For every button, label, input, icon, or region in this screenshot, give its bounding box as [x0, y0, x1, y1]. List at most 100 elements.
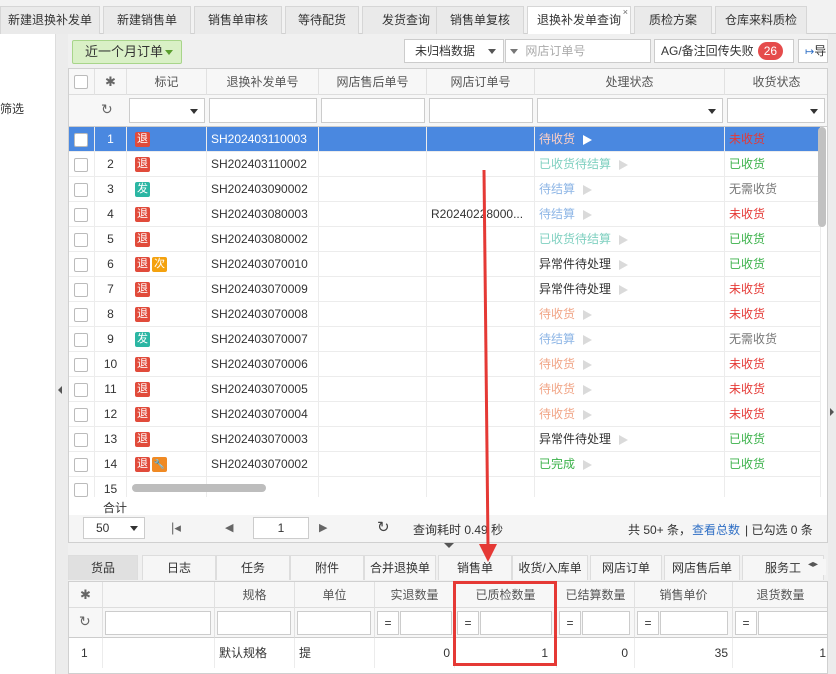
row-web-order-no[interactable] [427, 402, 535, 427]
forward-arrow-icon[interactable] [583, 209, 593, 220]
detail-cell-unit[interactable]: 提 [295, 638, 375, 668]
view-total-link[interactable]: 查看总数 [692, 521, 740, 538]
row-order-no[interactable]: SH202403110002 [207, 152, 319, 177]
detail-tab[interactable]: 货品 [68, 555, 138, 580]
row-order-no[interactable]: SH202403070004 [207, 402, 319, 427]
detail-header-settled[interactable]: 已结算数量 [557, 582, 635, 608]
row-process-status[interactable]: 已收货待结算 [535, 227, 725, 252]
row-process-status[interactable]: 待收货 [535, 352, 725, 377]
table-row[interactable]: 13 退 SH202403070003 异常件待处理 已收货 [69, 427, 821, 452]
row-checkbox[interactable] [74, 308, 88, 322]
row-checkbox[interactable] [74, 383, 88, 397]
row-after-sale-no[interactable] [319, 152, 427, 177]
row-order-no[interactable]: SH202403070005 [207, 377, 319, 402]
collapse-left-icon[interactable] [58, 386, 62, 394]
row-checkbox[interactable] [74, 333, 88, 347]
header-process-status[interactable]: 处理状态 [535, 69, 725, 95]
table-row[interactable]: 12 退 SH202403070004 待收货 未收货 [69, 402, 821, 427]
row-checkbox[interactable] [74, 433, 88, 447]
row-order-no[interactable]: SH202403080002 [207, 227, 319, 252]
detail-tab[interactable]: 收货/入库单 [512, 555, 588, 580]
row-process-status[interactable]: 待结算 [535, 202, 725, 227]
detail-header-spec[interactable]: 规格 [215, 582, 295, 608]
row-process-status[interactable]: 已完成 [535, 452, 725, 477]
after-sale-no-filter[interactable] [321, 98, 425, 123]
row-order-no[interactable]: SH202403070002 [207, 452, 319, 477]
first-page-icon[interactable]: |◂ [171, 520, 181, 536]
row-process-status[interactable]: 待收货 [535, 377, 725, 402]
forward-arrow-icon[interactable] [619, 234, 629, 245]
row-checkbox-cell[interactable] [69, 127, 95, 152]
page-size-select[interactable]: 50 [83, 517, 145, 539]
row-web-order-no[interactable] [427, 127, 535, 152]
row-order-no[interactable]: SH202403090002 [207, 177, 319, 202]
top-tab[interactable]: 仓库来料质检 [715, 6, 807, 34]
top-tab[interactable]: 质检方案 [634, 6, 712, 34]
row-web-order-no[interactable] [427, 177, 535, 202]
refresh-icon[interactable]: ↻ [79, 613, 91, 630]
table-row[interactable]: 8 退 SH202403070008 待收货 未收货 [69, 302, 821, 327]
row-after-sale-no[interactable] [319, 277, 427, 302]
top-tab[interactable]: 新建销售单 [103, 6, 191, 34]
spec-filter-input[interactable] [217, 611, 291, 635]
table-row[interactable]: 4 退 SH202403080003 R20240228000... 待结算 未收货 [69, 202, 821, 227]
refresh-icon[interactable]: ↻ [101, 101, 113, 118]
row-process-status[interactable]: 已收货待结算 [535, 152, 725, 177]
forward-arrow-icon[interactable] [619, 434, 629, 445]
row-after-sale-no[interactable] [319, 202, 427, 227]
table-row[interactable]: 1 退 SH202403110003 待收货 未收货 [69, 127, 821, 152]
row-checkbox[interactable] [74, 258, 88, 272]
detail-tab[interactable]: 销售单 [438, 555, 512, 580]
row-web-order-no[interactable] [427, 327, 535, 352]
export-button[interactable]: ↦导 [798, 39, 828, 63]
vertical-scrollbar[interactable] [818, 127, 826, 227]
detail-tab[interactable]: 任务 [216, 555, 290, 580]
forward-arrow-icon[interactable] [583, 334, 593, 345]
detail-cell-actual-return[interactable]: 0 [375, 638, 455, 668]
table-row[interactable]: 6 退次 SH202403070010 异常件待处理 已收货 [69, 252, 821, 277]
close-icon[interactable]: × [623, 0, 628, 26]
header-mark[interactable]: 标记 [127, 69, 207, 95]
web-order-no-filter[interactable] [429, 98, 533, 123]
row-after-sale-no[interactable] [319, 252, 427, 277]
settled-filter-input[interactable] [582, 611, 630, 635]
top-tab[interactable]: 新建退换补发单 [0, 6, 100, 34]
detail-cell-return-qty[interactable]: 1 [733, 638, 827, 668]
row-process-status[interactable]: 待结算 [535, 177, 725, 202]
row-after-sale-no[interactable] [319, 477, 427, 497]
table-row[interactable]: 7 退 SH202403070009 异常件待处理 未收货 [69, 277, 821, 302]
tab-scroll-icon[interactable]: ◂▸ [808, 559, 826, 575]
process-status-filter[interactable] [537, 98, 723, 123]
ag-fail-button[interactable]: AG/备注回传失败 26 [654, 39, 794, 63]
row-web-order-no[interactable] [427, 477, 535, 497]
forward-arrow-icon[interactable] [583, 384, 593, 395]
row-web-order-no[interactable] [427, 302, 535, 327]
row-after-sale-no[interactable] [319, 327, 427, 352]
top-tab[interactable]: 销售单复核 [436, 6, 524, 34]
row-web-order-no[interactable] [427, 452, 535, 477]
row-checkbox-cell[interactable] [69, 352, 95, 377]
detail-header-unit[interactable]: 单位 [295, 582, 375, 608]
archive-select[interactable]: 未归档数据 [404, 39, 504, 63]
top-tab[interactable]: 退换补发单查询 × [527, 6, 631, 34]
row-checkbox-cell[interactable] [69, 427, 95, 452]
return-qty-filter-input[interactable] [758, 611, 827, 635]
row-after-sale-no[interactable] [319, 377, 427, 402]
row-checkbox-cell[interactable] [69, 327, 95, 352]
row-checkbox[interactable] [74, 283, 88, 297]
table-row[interactable]: 9 发 SH202403070007 待结算 无需收货 [69, 327, 821, 352]
filter-operator[interactable]: = [377, 611, 399, 635]
detail-tab[interactable]: 合并退换单 [364, 555, 436, 580]
row-checkbox-cell[interactable] [69, 177, 95, 202]
row-process-status[interactable]: 异常件待处理 [535, 277, 725, 302]
row-checkbox[interactable] [74, 133, 88, 147]
table-row[interactable]: 5 退 SH202403080002 已收货待结算 已收货 [69, 227, 821, 252]
row-after-sale-no[interactable] [319, 127, 427, 152]
row-checkbox[interactable] [74, 208, 88, 222]
row-checkbox-cell[interactable] [69, 377, 95, 402]
forward-arrow-icon[interactable] [583, 309, 593, 320]
row-order-no[interactable]: SH202403070003 [207, 427, 319, 452]
row-checkbox[interactable] [74, 358, 88, 372]
row-process-status[interactable]: 待结算 [535, 327, 725, 352]
period-dropdown[interactable]: 近一个月订单 [72, 40, 182, 64]
